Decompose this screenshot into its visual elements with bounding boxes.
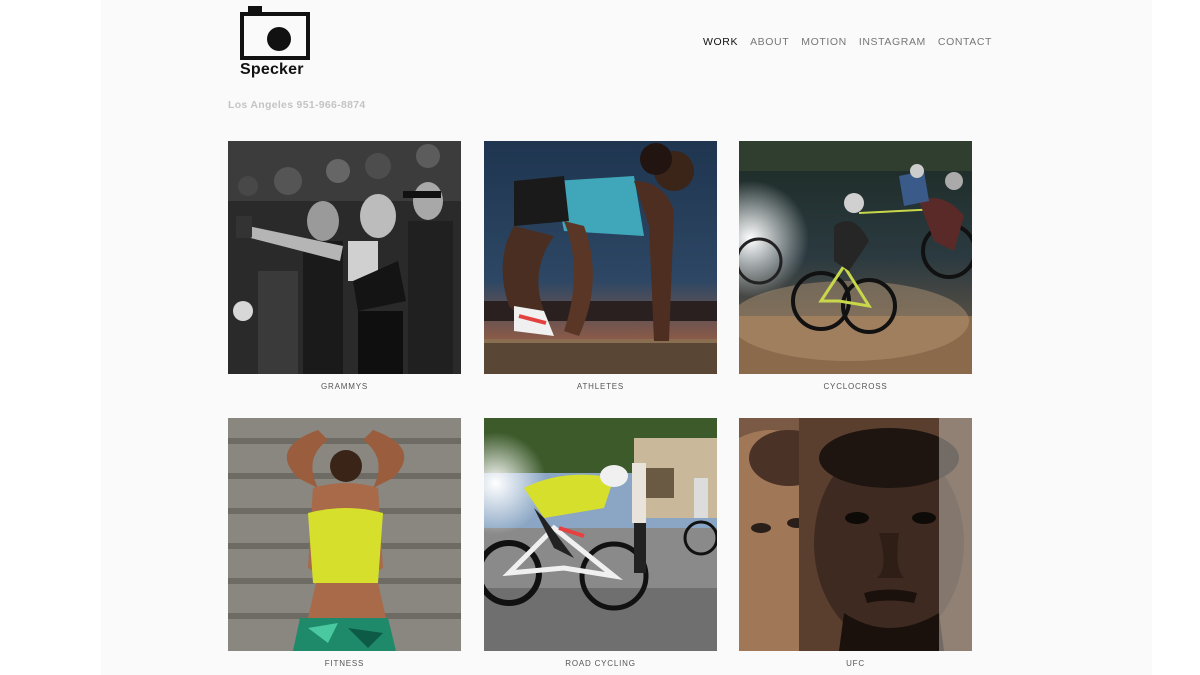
cyclocross-photo [739, 141, 972, 374]
gallery-thumbnail-cyclocross[interactable] [739, 141, 972, 374]
gallery-thumbnail-fitness[interactable] [228, 418, 461, 651]
contact-tagline: Los Angeles 951-966-8874 [228, 99, 366, 111]
nav-contact[interactable]: CONTACT [938, 36, 992, 48]
nav-work[interactable]: WORK [703, 36, 738, 48]
grammys-photo [228, 141, 461, 374]
gallery-thumbnail-grammys[interactable] [228, 141, 461, 374]
gallery-thumbnail-ufc[interactable] [739, 418, 972, 651]
caption-road-cycling[interactable]: ROAD CYCLING [484, 659, 717, 668]
main-nav: WORK ABOUT MOTION INSTAGRAM CONTACT [703, 36, 992, 48]
caption-athletes[interactable]: ATHLETES [484, 382, 717, 391]
gallery-thumbnail-road-cycling[interactable] [484, 418, 717, 651]
caption-fitness[interactable]: FITNESS [228, 659, 461, 668]
camera-icon [240, 12, 310, 60]
nav-motion[interactable]: MOTION [801, 36, 847, 48]
nav-instagram[interactable]: INSTAGRAM [859, 36, 926, 48]
gallery-thumbnail-athletes[interactable] [484, 141, 717, 374]
nav-about[interactable]: ABOUT [750, 36, 789, 48]
camera-lens-icon [267, 27, 291, 51]
caption-grammys[interactable]: GRAMMYS [228, 382, 461, 391]
caption-ufc[interactable]: UFC [739, 659, 972, 668]
fitness-photo [228, 418, 461, 651]
ufc-photo [739, 418, 972, 651]
athletes-photo [484, 141, 717, 374]
site-logo[interactable]: Specker [238, 6, 312, 78]
road-cycling-photo [484, 418, 717, 651]
caption-cyclocross[interactable]: CYCLOCROSS [739, 382, 972, 391]
brand-name: Specker [240, 61, 304, 78]
